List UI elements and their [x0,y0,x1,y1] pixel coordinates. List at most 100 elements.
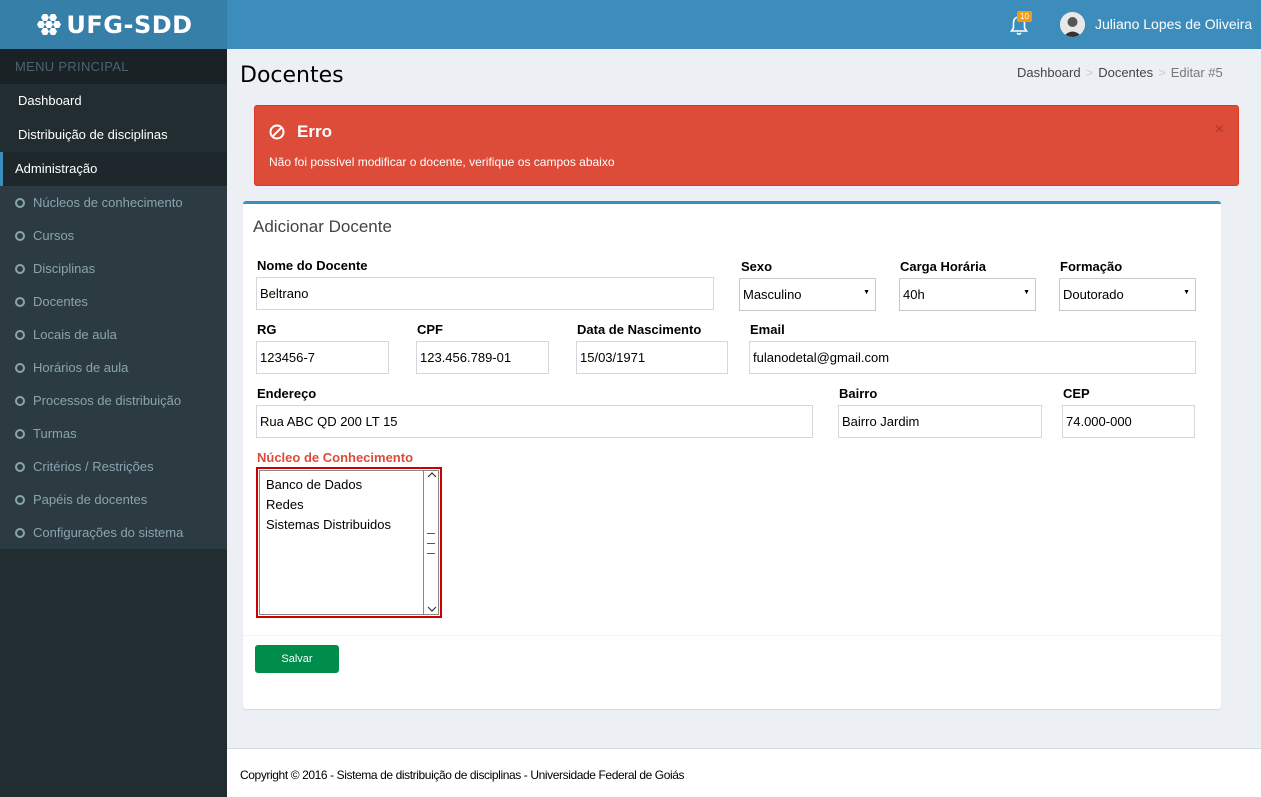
scroll-grip [427,543,435,544]
cep-field[interactable]: 74.000-000 [1062,405,1195,438]
save-button[interactable]: Salvar [255,645,339,673]
nucleo-option[interactable]: Redes [266,495,419,515]
scroll-grip [427,553,435,554]
admin-submenu: Núcleos de conhecimento Cursos Disciplinas… [0,186,227,549]
rg-field[interactable]: 123456-7 [256,341,389,374]
circle-icon [15,263,25,274]
endereco-field[interactable]: Rua ABC QD 200 LT 15 [256,405,813,438]
sidebar-subitem[interactable]: Configurações do sistema [0,516,227,549]
circle-icon [15,230,25,241]
sidebar-subitem[interactable]: Docentes [0,285,227,318]
sidebar-subitem[interactable]: Processos de distribuição [0,384,227,417]
user-name[interactable]: Juliano Lopes de Oliveira [1095,16,1252,32]
sexo-label: Sexo [741,259,773,274]
logo-text: UFG-SDD [66,10,193,39]
error-alert: Erro Não foi possível modificar o docent… [254,105,1239,186]
formacao-label: Formação [1060,259,1123,274]
notification-badge: 10 [1017,11,1032,22]
breadcrumb-separator: > [1158,65,1166,80]
page-title: Docentes [240,63,344,88]
scroll-grip [427,533,435,534]
breadcrumb-dashboard[interactable]: Dashboard [1017,65,1081,80]
cep-label: CEP [1063,386,1090,401]
nucleo-multiselect[interactable]: Banco de Dados Redes Sistemas Distribuid… [256,467,442,618]
avatar[interactable] [1060,12,1085,37]
sidebar-subitem-label: Cursos [33,228,75,243]
user-avatar-icon [1060,12,1085,37]
nucleo-option[interactable]: Sistemas Distribuidos [266,515,419,535]
email-label: Email [750,322,785,337]
sidebar-item-distribuicao[interactable]: Distribuição de disciplinas [0,118,227,152]
breadcrumb-current: Editar #5 [1170,65,1223,80]
chevron-down-icon[interactable] [426,604,438,614]
email-field[interactable]: fulanodetal@gmail.com [749,341,1196,374]
breadcrumb: Dashboard > Docentes > Editar #5 [1017,65,1223,80]
nascimento-label: Data de Nascimento [577,322,702,337]
ban-icon [269,124,285,140]
sidebar-subitem-label: Papéis de docentes [33,492,148,507]
close-icon[interactable]: × [1215,121,1224,139]
sidebar-subitem-label: Turmas [33,426,77,441]
scrollbar[interactable] [423,470,439,615]
circle-icon [15,527,25,538]
sidebar-subitem[interactable]: Turmas [0,417,227,450]
circle-icon [15,329,25,340]
sidebar-subitem[interactable]: Cursos [0,219,227,252]
sidebar-subitem-label: Locais de aula [33,327,117,342]
dropdown-arrow-icon: ▼ [1183,289,1190,296]
endereco-label: Endereço [257,386,317,401]
sexo-select[interactable]: Masculino ▼ [739,278,876,311]
sidebar: MENU PRINCIPAL Dashboard Distribuição de… [0,49,227,797]
sidebar-subitem-label: Critérios / Restrições [33,459,154,474]
sidebar-subitem[interactable]: Horários de aula [0,351,227,384]
sidebar-subitem-label: Processos de distribuição [33,393,182,408]
cpf-label: CPF [417,322,443,337]
top-navbar: 10 Juliano Lopes de Oliveira [227,0,1261,49]
sidebar-item-dashboard[interactable]: Dashboard [0,84,227,118]
bairro-field[interactable]: Bairro Jardim [838,405,1042,438]
nucleo-option[interactable]: Banco de Dados [266,475,419,495]
hexagon-logo-icon [37,13,62,35]
breadcrumb-separator: > [1085,65,1094,80]
sidebar-subitem[interactable]: Núcleos de conhecimento [0,186,227,219]
page-footer: Copyright © 2016 - Sistema de distribuiç… [227,748,1261,797]
sidebar-item-administracao[interactable]: Administração [0,152,227,186]
nucleo-label: Núcleo de Conhecimento [257,450,414,465]
bairro-label: Bairro [839,386,878,401]
circle-icon [15,197,25,208]
circle-icon [15,461,25,472]
sidebar-subitem[interactable]: Locais de aula [0,318,227,351]
box-footer-divider [243,635,1221,636]
menu-header: MENU PRINCIPAL [0,49,227,84]
box-title: Adicionar Docente [253,217,392,236]
sidebar-subitem[interactable]: Critérios / Restrições [0,450,227,483]
sexo-value: Masculino [743,287,802,302]
circle-icon [15,494,25,505]
sidebar-subitem-label: Núcleos de conhecimento [33,195,183,210]
circle-icon [15,428,25,439]
nascimento-field[interactable]: 15/03/1971 [576,341,728,374]
carga-select[interactable]: 40h ▼ [899,278,1036,311]
alert-title: Erro [297,122,332,141]
sidebar-subitem[interactable]: Disciplinas [0,252,227,285]
sidebar-subitem-label: Horários de aula [33,360,129,375]
sidebar-subitem[interactable]: Papéis de docentes [0,483,227,516]
carga-value: 40h [903,287,925,302]
logo[interactable]: UFG-SDD [0,0,227,49]
rg-label: RG [257,322,277,337]
dropdown-arrow-icon: ▼ [1023,289,1030,296]
sidebar-subitem-label: Docentes [33,294,88,309]
cpf-field[interactable]: 123.456.789-01 [416,341,549,374]
alert-message: Não foi possível modificar o docente, ve… [269,155,615,169]
dropdown-arrow-icon: ▼ [863,289,870,296]
nome-field[interactable]: Beltrano [256,277,714,310]
nome-label: Nome do Docente [257,258,368,273]
carga-label: Carga Horária [900,259,986,274]
formacao-value: Doutorado [1063,287,1124,302]
chevron-up-icon[interactable] [426,470,438,480]
sidebar-subitem-label: Configurações do sistema [33,525,184,540]
sidebar-subitem-label: Disciplinas [33,261,96,276]
breadcrumb-docentes[interactable]: Docentes [1098,65,1153,80]
formacao-select[interactable]: Doutorado ▼ [1059,278,1196,311]
circle-icon [15,395,25,406]
